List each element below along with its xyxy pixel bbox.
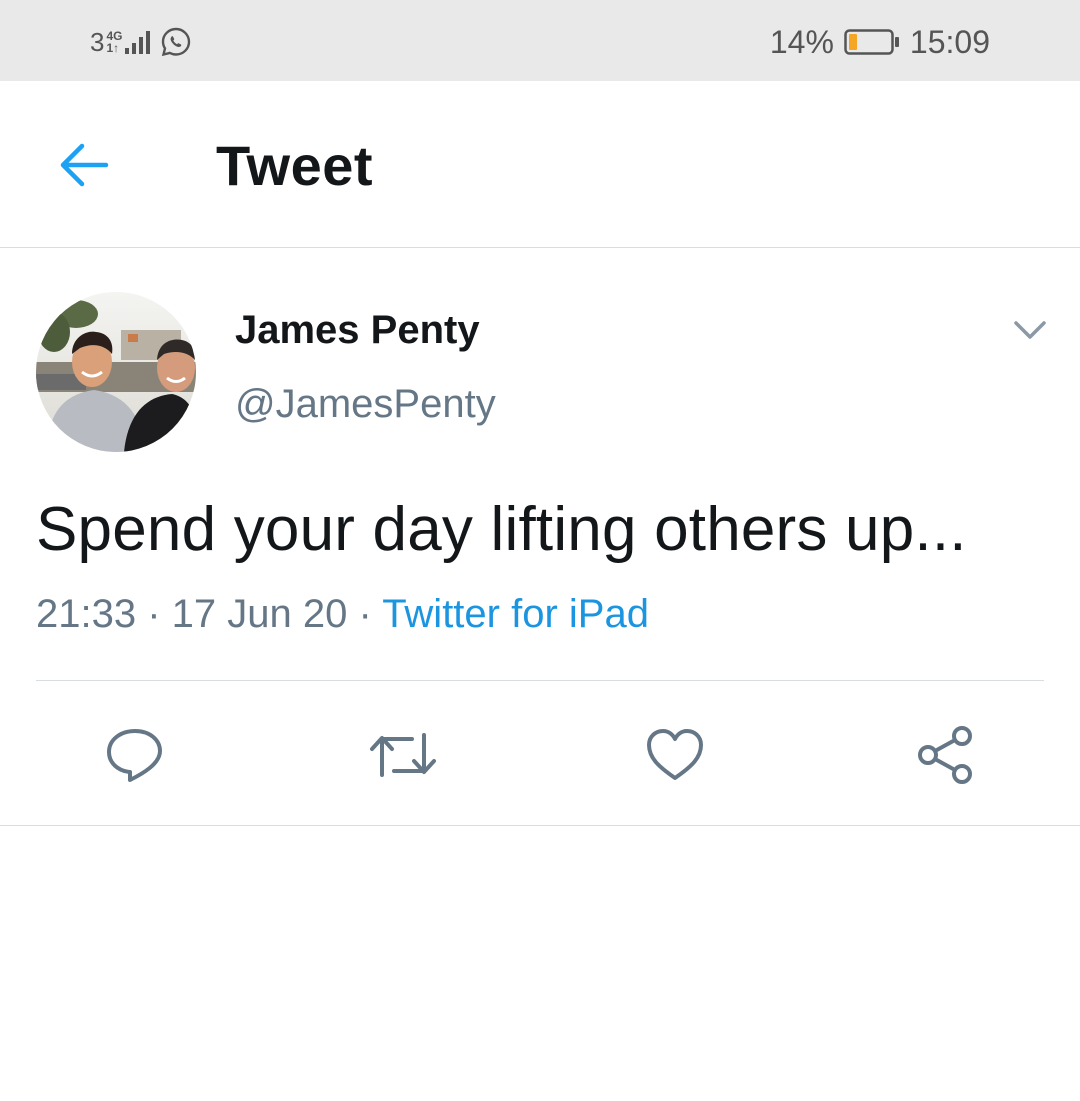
- like-button[interactable]: [640, 720, 710, 790]
- status-bar: 3 4G 1↑ 14% 15:09: [0, 0, 1080, 81]
- reply-button[interactable]: [100, 720, 170, 790]
- reply-icon: [107, 729, 162, 782]
- divider-bottom: [0, 825, 1080, 826]
- author-handle[interactable]: @JamesPenty: [235, 382, 496, 427]
- meta-separator: ·: [136, 592, 172, 636]
- tweet-text: Spend your day lifting others up...: [36, 495, 967, 564]
- retweet-icon: [370, 733, 436, 777]
- network-indicator: 4G 1↑: [106, 30, 122, 54]
- sim-indicator: 3: [90, 26, 105, 57]
- meta-separator-2: ·: [347, 592, 383, 636]
- tweet-meta: 21:33 · 17 Jun 20 · Twitter for iPad: [36, 592, 649, 637]
- status-right: 14% 15:09: [770, 22, 990, 62]
- share-icon: [918, 726, 972, 784]
- top-app-bar: Tweet: [0, 81, 1080, 248]
- back-button[interactable]: [56, 139, 112, 191]
- divider: [36, 680, 1044, 681]
- tweet-time: 21:33: [36, 592, 137, 636]
- arrow-left-icon: [60, 143, 109, 187]
- battery-icon: [844, 29, 899, 55]
- signal-icon: [125, 31, 151, 54]
- battery-percent: 14%: [769, 23, 834, 60]
- clock: 15:09: [909, 23, 990, 60]
- tweet-actions: [0, 700, 1080, 810]
- avatar[interactable]: [36, 292, 196, 452]
- author-name[interactable]: James Penty: [235, 308, 480, 353]
- whatsapp-icon: [162, 27, 191, 57]
- tweet-source-link[interactable]: Twitter for iPad: [382, 592, 649, 636]
- share-button[interactable]: [910, 720, 980, 790]
- page-title: Tweet: [216, 134, 374, 197]
- network-activity: 1↑: [106, 41, 120, 55]
- profile-photo: [36, 292, 196, 452]
- chevron-down-icon: [1014, 321, 1046, 339]
- more-options-button[interactable]: [1008, 312, 1052, 348]
- retweet-button[interactable]: [368, 720, 438, 790]
- tweet-date: 17 Jun 20: [171, 592, 348, 636]
- heart-icon: [647, 729, 703, 780]
- status-left: 3 4G 1↑: [90, 22, 192, 62]
